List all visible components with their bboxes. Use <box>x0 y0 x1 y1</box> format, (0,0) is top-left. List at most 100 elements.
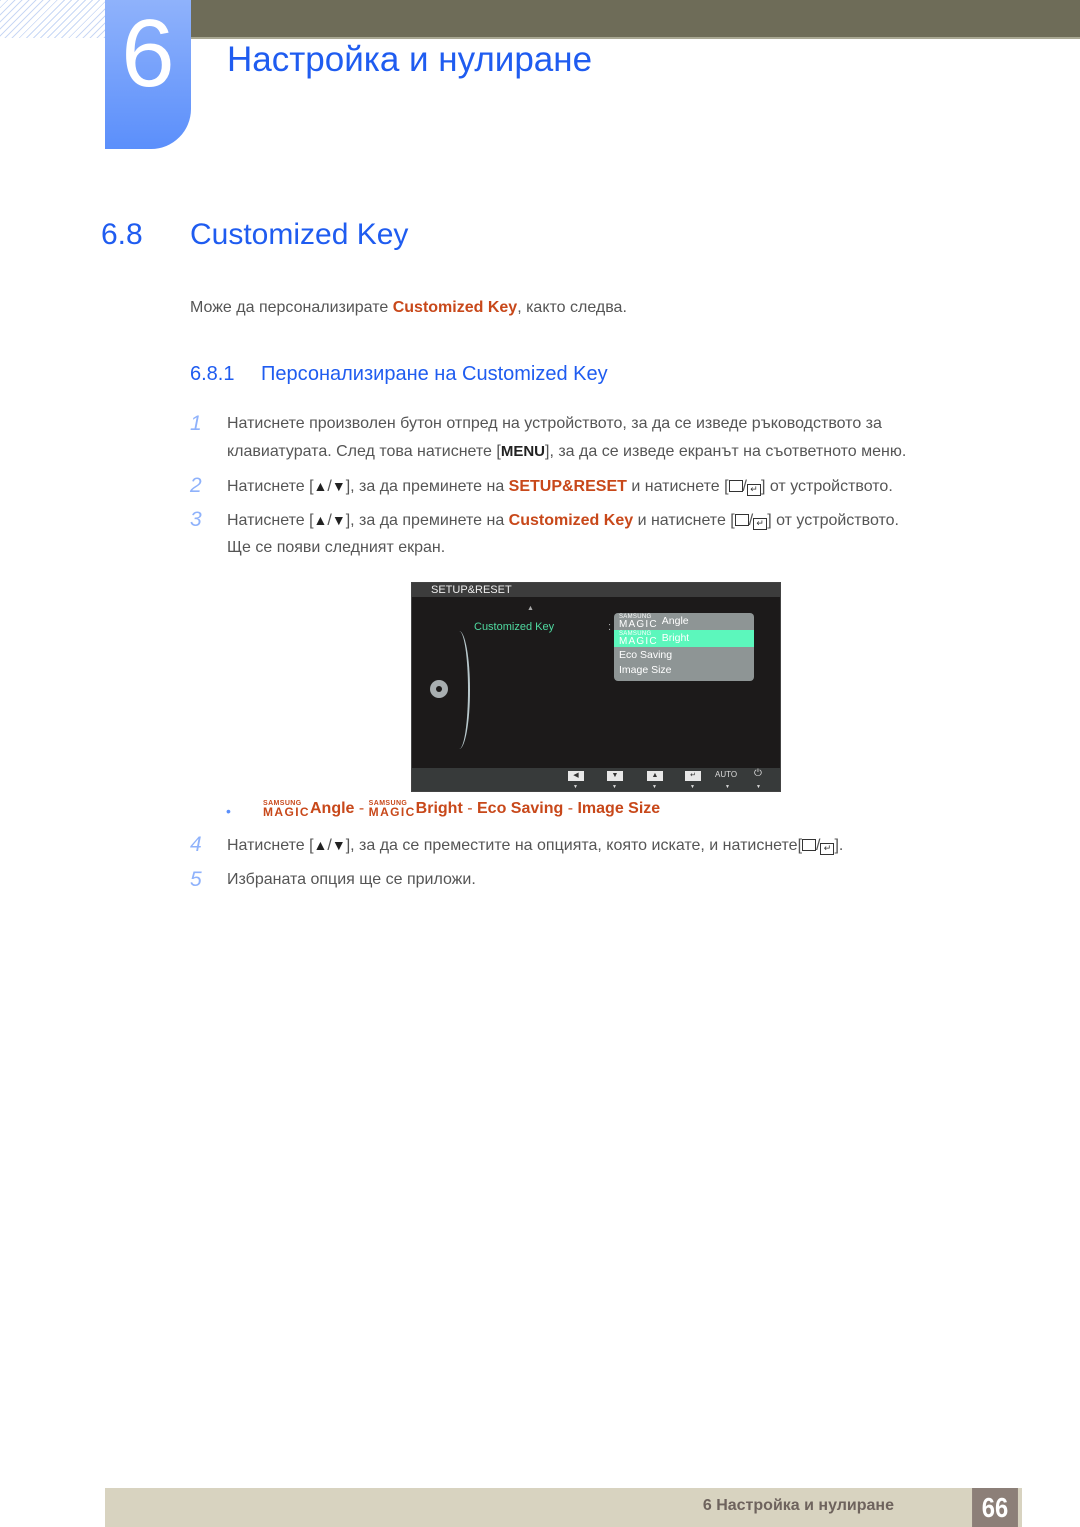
step-text-part: и натиснете [ <box>626 478 729 495</box>
down-arrow-button-icon: ▼ <box>607 771 623 781</box>
footer-bar: 6 Настройка и нулиране <box>105 1488 1022 1527</box>
footer-chapter-label: 6 Настройка и нулиране <box>702 1497 894 1514</box>
auto-button-label: AUTO <box>715 770 738 779</box>
tick-icon: ▼ <box>573 784 578 790</box>
step-number: 4 <box>190 833 202 856</box>
step-text-part: клавиатурата. След това натиснете [ <box>227 443 501 460</box>
osd-colon: : <box>608 621 612 633</box>
step-text-part: и натиснете [ <box>633 512 735 529</box>
step-text-part: ] от устройството. <box>760 478 893 495</box>
step-text: Натиснете [▲/▼], за да преминете на Cust… <box>227 506 899 535</box>
osd-option-magic-bright[interactable]: SAMSUNG MAGIC Bright <box>614 630 754 647</box>
tick-icon: ▼ <box>652 784 657 790</box>
down-arrow-icon: ▼ <box>331 837 346 853</box>
options-list-line: SAMSUNG MAGIC Angle - SAMSUNG MAGIC Bright -… <box>263 800 660 818</box>
brand-magic: MAGIC <box>619 619 658 631</box>
header-bar-rule <box>190 37 1080 39</box>
section-number: 6.8 <box>101 218 143 251</box>
intro-text-end: , както следва. <box>517 299 627 316</box>
step-text: Натиснете произволен бутон отпред на уст… <box>227 415 882 432</box>
step-text-part: ], за да преминете на <box>345 478 509 495</box>
header-hatch-decoration <box>0 0 105 38</box>
tick-icon: ▼ <box>612 784 617 790</box>
step-3: 3 Натиснете [▲/▼], за да преминете на Cu… <box>190 506 1020 566</box>
menu-key-label: MENU <box>500 443 545 460</box>
step-2: 2 Натиснете [▲/▼], за да преминете на SE… <box>190 472 1020 502</box>
step-text: Натиснете [▲/▼], за да се преместите на … <box>227 831 843 860</box>
subsection-number: 6.8.1 <box>190 363 235 385</box>
option-label: Angle <box>661 615 689 627</box>
step-highlight: Customized Key <box>508 512 634 529</box>
step-text: Избраната опция ще се приложи. <box>227 871 476 888</box>
chapter-number: 6 <box>121 0 175 107</box>
separator: - <box>462 800 477 817</box>
samsung-magic-logo: SAMSUNG MAGIC <box>619 631 658 648</box>
header-bar <box>190 0 1080 37</box>
power-icon: ⏻ <box>754 768 762 779</box>
source-button-icon <box>734 514 749 526</box>
down-arrow-icon: ▼ <box>331 512 346 528</box>
step-text-part: ]. <box>834 837 844 854</box>
step-text-part: Натиснете [ <box>227 837 314 854</box>
section-heading: 6.8 Customized Key <box>101 218 408 252</box>
tick-icon: ▼ <box>725 784 730 790</box>
enter-button-icon: ↵ <box>685 771 701 781</box>
down-arrow-icon: ▼ <box>331 478 346 494</box>
subsection-heading: 6.8.1 Персонализиране на Customized Key <box>190 363 608 386</box>
enter-button-icon: ↵ <box>820 843 835 855</box>
osd-title: SETUP&RESET <box>412 583 780 597</box>
left-arrow-button-icon: ◀ <box>568 771 584 781</box>
subsection-title: Персонализиране на Customized Key <box>261 363 608 385</box>
tick-icon: ▼ <box>756 784 761 790</box>
step-text-part: ], за да се преместите на опцията, която… <box>345 837 803 854</box>
osd-screenshot: SETUP&RESET ▲ Customized Key : SAMSUNG MA… <box>411 582 781 792</box>
option-bright: Bright <box>415 800 463 817</box>
intro-highlight: Customized Key <box>392 299 518 316</box>
section-title: Customized Key <box>190 218 409 251</box>
step-5: 5 Избраната опция ще се приложи. <box>190 866 1020 896</box>
brand-magic: MAGIC <box>263 805 310 819</box>
step-text-part: ], за да преминете на <box>345 512 509 529</box>
step-text-part: Натиснете [ <box>227 512 314 529</box>
option-label: Bright <box>661 632 690 644</box>
intro-paragraph: Може да персонализирате Customized Key, … <box>190 299 627 317</box>
brand-magic: MAGIC <box>368 805 416 819</box>
samsung-magic-logo: SAMSUNG MAGIC <box>263 800 310 819</box>
intro-text: Може да персонализирате <box>190 299 393 316</box>
samsung-magic-logo: SAMSUNG MAGIC <box>619 614 658 631</box>
osd-option-eco-saving[interactable]: Eco Saving <box>614 647 754 663</box>
enter-button-icon: ↵ <box>753 518 768 530</box>
source-button-icon <box>728 480 743 492</box>
chapter-badge: 6 <box>105 0 191 149</box>
up-arrow-icon: ▲ <box>313 512 328 528</box>
option-angle: Angle <box>310 800 355 817</box>
tick-icon: ▼ <box>690 784 695 790</box>
up-arrow-icon: ▲ <box>313 478 328 494</box>
step-text-line2: Ще се появи следният екран. <box>227 539 446 556</box>
osd-button-bar: ◀ ▼ ▲ ↵ AUTO ⏻ ▼ ▼ ▼ ▼ ▼ ▼ <box>412 768 780 791</box>
up-arrow-button-icon: ▲ <box>647 771 663 781</box>
step-text-part: ] от устройството. <box>767 512 899 529</box>
step-1: 1 Натиснете произволен бутон отпред на у… <box>190 410 1020 470</box>
step-text: Натиснете [▲/▼], за да преминете на SETU… <box>227 472 893 501</box>
option-eco-saving: Eco Saving <box>477 800 564 817</box>
step-number: 3 <box>190 508 202 531</box>
osd-option-magic-angle[interactable]: SAMSUNG MAGIC Angle <box>614 613 754 630</box>
chapter-title: Настройка и нулиране <box>227 40 593 79</box>
step-number: 1 <box>190 412 202 435</box>
brand-magic: MAGIC <box>619 636 658 648</box>
step-text-part: Натиснете [ <box>227 478 314 495</box>
enter-button-icon: ↵ <box>746 484 761 496</box>
step-highlight: SETUP&RESET <box>508 478 627 495</box>
source-button-icon <box>802 839 817 851</box>
osd-option-image-size[interactable]: Image Size <box>614 663 754 679</box>
up-arrow-icon: ▲ <box>313 837 328 853</box>
page-number: 66 <box>972 1488 1018 1527</box>
osd-options-list: SAMSUNG MAGIC Angle SAMSUNG MAGIC Bright Eco… <box>614 613 754 681</box>
option-image-size: Image Size <box>577 800 661 817</box>
separator: - <box>563 800 578 817</box>
step-4: 4 Натиснете [▲/▼], за да се преместите н… <box>190 831 1020 861</box>
gear-icon <box>430 680 448 698</box>
step-number: 2 <box>190 474 202 497</box>
scroll-up-icon: ▲ <box>527 605 534 612</box>
